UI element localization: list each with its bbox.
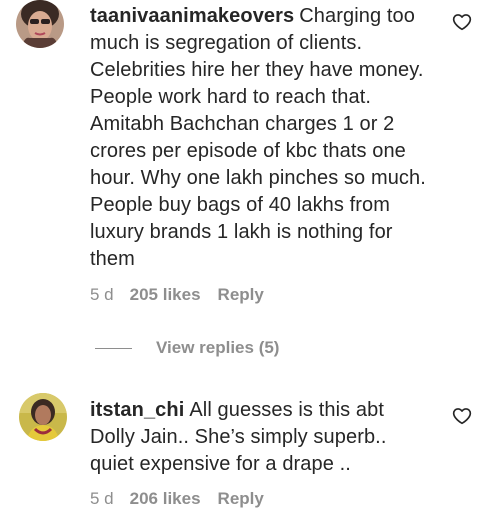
comment-text: taanivaanimakeovers Charging too much is …: [90, 3, 435, 273]
comment-username[interactable]: itstan_chi: [90, 399, 184, 421]
comment-text: itstan_chi All guesses is this abt Dolly …: [90, 397, 410, 478]
comment-meta: 5 d 206 likes Reply: [90, 489, 264, 509]
comment-likes[interactable]: 205 likes: [130, 285, 201, 305]
heart-icon[interactable]: [452, 406, 472, 426]
reply-button[interactable]: Reply: [218, 489, 264, 509]
avatar[interactable]: [16, 0, 64, 48]
comment-body: Charging too much is segregation of clie…: [90, 5, 426, 270]
comment-age: 5 d: [90, 489, 114, 508]
heart-icon[interactable]: [452, 12, 472, 32]
reply-button[interactable]: Reply: [218, 285, 264, 305]
comment-likes[interactable]: 206 likes: [130, 489, 201, 509]
comment-meta: 5 d 205 likes Reply: [90, 285, 264, 305]
avatar[interactable]: [19, 393, 67, 441]
view-replies-button[interactable]: View replies (5): [95, 336, 279, 360]
comment-age: 5 d: [90, 285, 114, 304]
comment-username[interactable]: taanivaanimakeovers: [90, 5, 294, 27]
divider-line: [95, 347, 132, 349]
view-replies-label: View replies (5): [156, 338, 280, 357]
